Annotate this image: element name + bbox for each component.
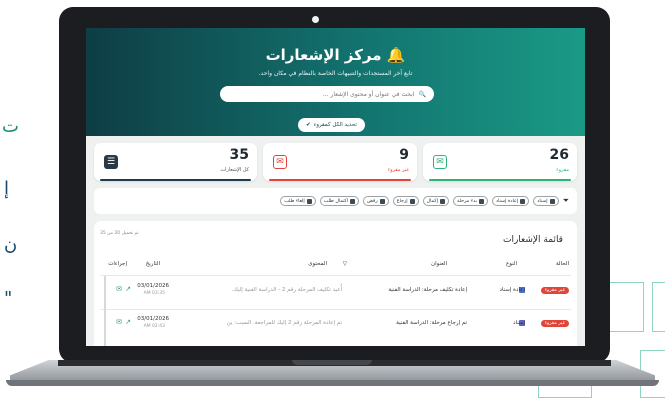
notifications-panel: قائمة الإشعارات تم تحميل 20 من 35 الحالة… [94,221,577,346]
open-icon[interactable]: ↗ [125,285,131,293]
stat-label: مقروء [556,167,569,173]
table-header: الحالة النوع العنوان ▽ المحتوى التاريخ إ… [94,261,577,273]
hero-banner: 🔔 مركز الإشعارات تابع آخر المستجدات والت… [86,28,585,136]
mark-read-icon[interactable]: ✉ [116,318,122,326]
row-time: AM 03:35 [143,291,165,296]
decor-frame [652,282,665,332]
read-mail-icon: ✉ [433,155,447,169]
col-title: العنوان [431,261,447,267]
filter-icon[interactable]: ▽ [343,261,347,267]
laptop-mockup: ت إ ن " 🔔 مركز الإشعارات تابع آخر المستج… [0,0,665,398]
bell-icon: 🔔 [386,46,406,64]
stat-label: غير مقروء [387,167,409,173]
list-count: تم تحميل 20 من 35 [100,231,139,236]
filter-chip-reject[interactable]: رفض [363,196,389,206]
page-title: 🔔 مركز الإشعارات [265,46,406,64]
page-subtitle: تابع آخر المستجدات والتنبيهات الخاصة بال… [258,70,413,77]
decor-letter: " [4,288,13,309]
filter-chip-return[interactable]: إرجاع [392,196,419,206]
row-time: AM 02:43 [143,324,165,329]
stat-card-unread[interactable]: 9 غير مقروء ✉ [263,143,417,181]
stat-value: 9 [399,147,409,163]
filter-chip-start-stage[interactable]: بدء مرحلة [452,196,488,206]
status-badge: غير مقروء [540,287,569,294]
laptop-foot [6,380,659,386]
col-type: النوع [506,261,517,267]
unread-mail-icon: ✉ [273,155,287,169]
decor-letter: ت [2,116,19,137]
app-screen: 🔔 مركز الإشعارات تابع آخر المستجدات والت… [86,28,585,346]
stat-card-all[interactable]: 35 كل الإشعارات ☰ [94,143,257,181]
row-date: 03/01/2026 [137,283,169,289]
filter-chip-request-complete[interactable]: اكتمال طلب [319,196,360,206]
filter-chip-request-cancel[interactable]: إلغاء طلب [280,196,316,206]
row-content: تم إعادة المرحلة رقم 2 إليك للمراجعة. ال… [226,320,342,326]
filter-bar: ⏷ إسناد إعادة إسناد بدء مرحلة إكمال إرجا… [94,188,577,214]
col-date: التاريخ [145,261,160,267]
table-row[interactable]: غير مقروء إعادة إسناد إعادة تكليف مرحلة:… [94,283,577,305]
filter-chip-assign[interactable]: إسناد [533,196,559,206]
double-check-icon: ✔ [306,122,311,128]
laptop-notch [292,360,372,365]
stat-card-read[interactable]: 26 مقروء ✉ [423,143,577,181]
mark-all-read-button[interactable]: تحديد الكل كمقروء ✔ [298,118,365,132]
row-content: أُعيد تكليف المرحلة رقم 2 - الدراسة الفن… [231,287,342,293]
mark-all-read-label: تحديد الكل كمقروء [313,122,357,128]
stat-bar [429,179,571,181]
camera [312,16,319,23]
col-content: المحتوى [308,261,327,267]
stat-value: 35 [229,147,249,163]
list-title: قائمة الإشعارات [502,235,563,245]
table-row[interactable]: غير مقروء إسناد تم إرجاع مرحلة: الدراسة … [94,316,577,338]
mark-read-icon[interactable]: ✉ [116,285,122,293]
row-date: 03/01/2026 [137,316,169,322]
search-icon: 🔍 [418,90,426,98]
stat-bar [100,179,251,181]
open-icon[interactable]: ↗ [125,318,131,326]
row-title: تم إرجاع مرحلة: الدراسة الفنية [396,320,467,326]
inbox-icon: ☰ [104,155,118,169]
decor-letter: ن [4,234,18,255]
row-title: إعادة تكليف مرحلة: الدراسة الفنية [388,287,467,293]
stat-bar [269,179,411,181]
filter-chip-complete[interactable]: إكمال [422,196,449,206]
stat-value: 26 [549,147,569,163]
decor-letter: إ [4,178,10,199]
search-input[interactable]: 🔍 ابحث في عنوان أو محتوى الإشعار ... [220,86,434,102]
filter-icon[interactable]: ⏷ [563,196,569,206]
scrollbar[interactable] [104,276,106,346]
filter-chip-reassign[interactable]: إعادة إسناد [491,196,530,206]
stat-label: كل الإشعارات [220,167,249,173]
col-actions: إجراءات [108,261,127,267]
search-placeholder: ابحث في عنوان أو محتوى الإشعار ... [322,90,415,98]
col-status: الحالة [555,261,569,267]
status-badge: غير مقروء [540,320,569,327]
